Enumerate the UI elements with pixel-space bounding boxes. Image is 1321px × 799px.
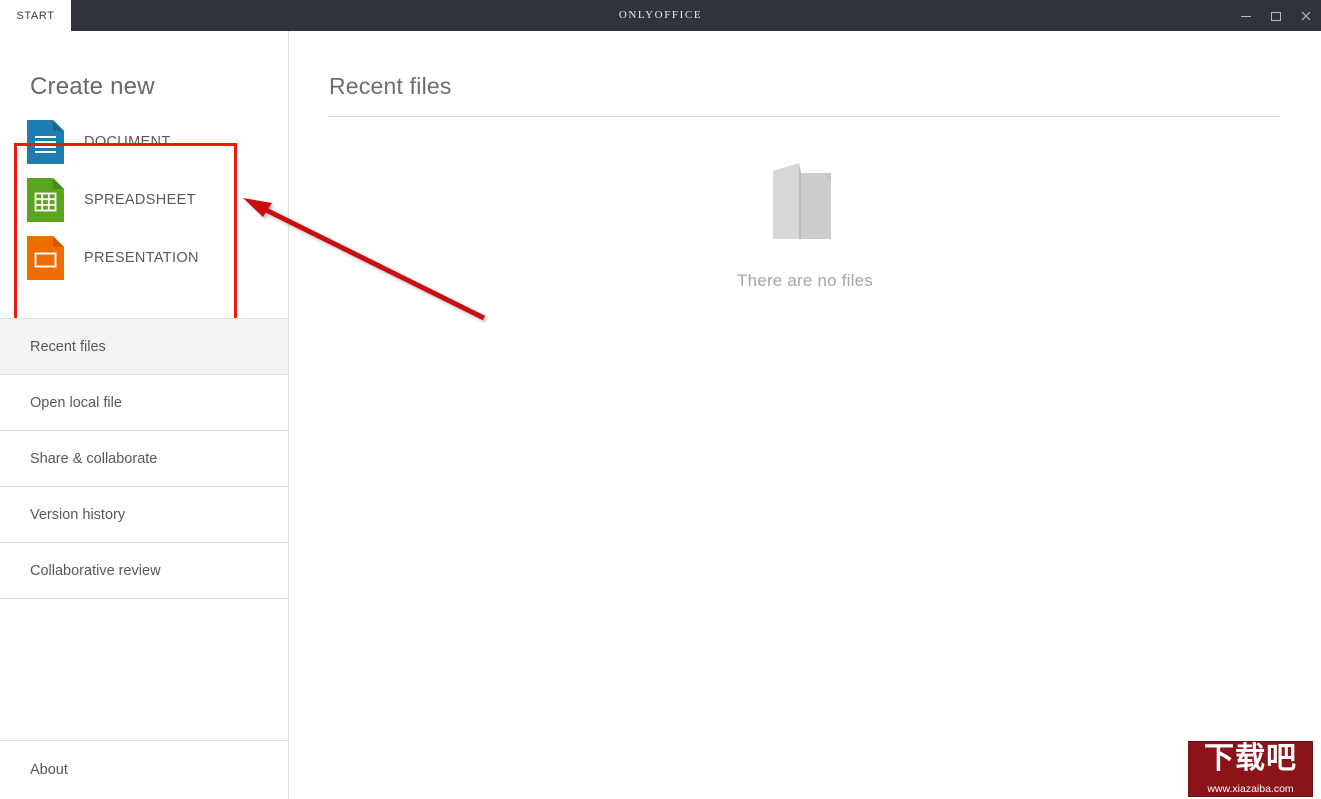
sidebar-item-collaborative-review-label: Collaborative review [30,562,161,579]
create-presentation-label: PRESENTATION [84,250,199,266]
sidebar-item-recent-files[interactable]: Recent files [0,319,288,375]
window-controls [1231,0,1321,31]
close-button[interactable] [1291,0,1321,31]
create-document-label: DOCUMENT [84,134,171,150]
sidebar-item-open-local-file[interactable]: Open local file [0,375,288,431]
create-spreadsheet-label: SPREADSHEET [84,192,196,208]
sidebar-item-open-local-file-label: Open local file [30,394,122,411]
sidebar-nav: Recent files Open local file Share & col… [0,318,288,599]
sidebar-item-collaborative-review[interactable]: Collaborative review [0,543,288,599]
sidebar-item-version-history[interactable]: Version history [0,487,288,543]
title-bar: ONLYOFFICE START [0,0,1321,31]
tab-start[interactable]: START [0,0,71,31]
spreadsheet-icon [27,178,64,222]
app-title: ONLYOFFICE [618,9,703,21]
minimize-icon [1241,15,1251,17]
sidebar-item-about[interactable]: About [0,740,288,799]
document-icon [27,120,64,164]
onlyoffice-start-window: ONLYOFFICE START Create new DOCUMENT SPR… [0,0,1321,799]
page-title: Recent files [329,73,452,99]
create-presentation-item[interactable]: PRESENTATION [16,229,252,287]
maximize-button[interactable] [1261,0,1291,31]
create-new-heading: Create new [30,73,155,100]
minimize-button[interactable] [1231,0,1261,31]
watermark: 下载吧 www.xiazaiba.com [1188,741,1313,797]
watermark-url: www.xiazaiba.com [1207,783,1294,795]
sidebar-item-share-collaborate[interactable]: Share & collaborate [0,431,288,487]
maximize-icon [1271,11,1281,21]
create-new-list: DOCUMENT SPREADSHEET PRESENTATION [16,113,252,287]
sidebar: Create new DOCUMENT SPREADSHEET PRESENTA… [0,31,289,799]
watermark-logo-text: 下载吧 [1204,741,1297,776]
empty-files-icon [773,163,831,239]
close-icon [1301,11,1311,20]
empty-state: There are no files [289,161,1321,291]
empty-state-text: There are no files [737,271,873,290]
sidebar-item-recent-files-label: Recent files [30,338,106,355]
presentation-icon [27,236,64,280]
create-document-item[interactable]: DOCUMENT [16,113,252,171]
sidebar-item-about-label: About [30,762,68,778]
main-content: Recent files There are no files [289,31,1321,799]
create-spreadsheet-item[interactable]: SPREADSHEET [16,171,252,229]
title-divider [329,116,1280,117]
sidebar-item-version-history-label: Version history [30,506,126,523]
tab-start-label: START [16,9,55,22]
sidebar-item-share-collaborate-label: Share & collaborate [30,450,158,467]
